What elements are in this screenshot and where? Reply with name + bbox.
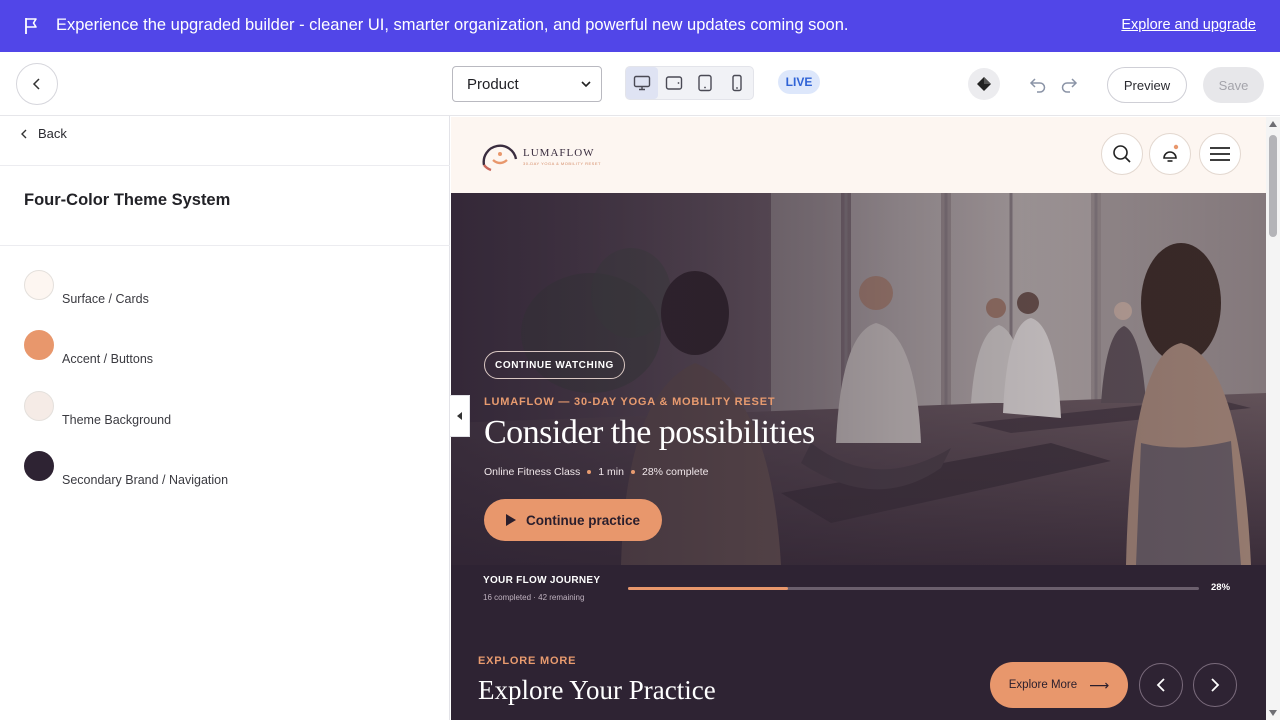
chevron-left-icon [21,129,27,138]
back-circle-button[interactable] [16,63,58,105]
device-mobile-button[interactable] [721,67,753,99]
swatch-row-theme-background[interactable]: Theme Background [24,391,171,427]
journey-progress-fill [628,587,788,590]
preview-scrollbar[interactable] [1266,117,1280,720]
hero-eyebrow: LUMAFLOW — 30-DAY YOGA & MOBILITY RESET [484,396,776,408]
preview-button[interactable]: Preview [1107,67,1187,103]
device-tablet-landscape-button[interactable] [658,67,690,99]
swatch-label: Surface / Cards [62,292,149,306]
theme-style-button[interactable] [968,68,1000,100]
meta-duration: 1 min [598,466,624,478]
color-swatch[interactable] [24,330,54,360]
device-tablet-button[interactable] [690,67,722,99]
divider [0,245,450,246]
hero-section: CONTINUE WATCHING LUMAFLOW — 30-DAY YOGA… [451,193,1266,565]
explore-more-button[interactable]: Explore More ⟶ [990,662,1128,708]
explore-title: Explore Your Practice [478,675,716,705]
explore-more-label: Explore More [1008,679,1078,691]
banner-message: Experience the upgraded builder - cleane… [56,16,849,34]
page-select-value: Product [467,75,519,93]
carousel-prev-button[interactable] [1139,663,1183,707]
meta-progress: 28% complete [641,466,709,478]
swatch-row-accent[interactable]: Accent / Buttons [24,330,153,366]
chevron-left-icon [1156,678,1165,692]
chevron-left-icon [32,78,40,90]
journey-progress-track [628,587,1199,590]
theme-settings-panel: Back Four-Color Theme System Surface / C… [0,116,450,720]
caret-left-icon [456,412,462,420]
journey-progress-label: 28% [1211,582,1231,593]
hero-title: Consider the possibilities [484,414,815,451]
swatch-label: Accent / Buttons [62,352,154,366]
device-switcher [625,66,754,100]
arrow-right-icon: ⟶ [1089,676,1110,693]
site-search-button[interactable] [1101,133,1143,175]
editor-toolbar: Product LIVE Preview Save [0,52,1280,116]
upgrade-banner: Experience the upgraded builder - cleane… [0,0,1280,52]
flow-journey-bar: YOUR FLOW JOURNEY 16 completed · 42 rema… [451,565,1266,631]
site-notifications-button[interactable] [1149,133,1191,175]
site-menu-button[interactable] [1199,133,1241,175]
flag-icon [25,18,37,34]
journey-subtitle: 16 completed · 42 remaining [483,593,585,602]
logo-tagline: 30-DAY YOGA & MOBILITY RESET [523,160,601,166]
tablet-icon [698,74,713,92]
meta-category: Online Fitness Class [484,466,581,478]
color-swatch[interactable] [24,391,54,421]
hamburger-menu-icon [1210,147,1230,161]
diamond-icon [977,77,991,91]
scroll-down-arrow-icon[interactable] [1269,710,1277,716]
save-button[interactable]: Save [1203,67,1264,103]
undo-icon[interactable] [1028,74,1048,94]
cta-label: Continue practice [525,512,641,528]
lumaflow-logo-icon [482,144,518,172]
scroll-thumb[interactable] [1269,135,1277,237]
bell-icon [1163,144,1179,162]
swatch-row-surface[interactable]: Surface / Cards [24,270,149,306]
search-icon [1113,145,1131,163]
chevron-right-icon [1211,678,1220,692]
page-select[interactable]: Product [452,66,602,102]
play-icon [505,514,516,526]
mobile-icon [732,74,742,92]
tablet-landscape-icon [665,76,682,90]
color-swatch[interactable] [24,451,54,481]
meta-separator [587,470,592,474]
carousel-next-button[interactable] [1193,663,1237,707]
preview-canvas: LUMAFLOW 30-DAY YOGA & MOBILITY RESET CO… [451,117,1266,720]
swatch-row-navigation[interactable]: Secondary Brand / Navigation [24,451,228,487]
redo-icon[interactable] [1059,74,1079,94]
explore-upgrade-link[interactable]: Explore and upgrade [1121,17,1256,33]
scroll-up-arrow-icon[interactable] [1269,121,1277,127]
back-label: Back [38,126,67,141]
panel-title: Four-Color Theme System [24,191,231,209]
collapse-panel-button[interactable] [450,395,470,437]
continue-practice-button[interactable]: Continue practice [484,499,662,541]
device-desktop-button[interactable] [626,67,658,99]
site-logo[interactable]: LUMAFLOW 30-DAY YOGA & MOBILITY RESET [481,139,601,173]
explore-eyebrow: EXPLORE MORE [478,655,577,667]
explore-section: EXPLORE MORE Explore Your Practice Explo… [451,631,1266,720]
journey-title: YOUR FLOW JOURNEY [483,575,601,586]
site-header: LUMAFLOW 30-DAY YOGA & MOBILITY RESET [451,117,1266,193]
live-status-badge: LIVE [778,70,820,94]
hero-meta: Online Fitness Class 1 min 28% complete [484,466,709,478]
back-link[interactable]: Back [20,126,67,141]
color-swatch[interactable] [24,270,54,300]
meta-separator [630,470,635,474]
chevron-down-icon [581,81,591,88]
swatch-label: Secondary Brand / Navigation [62,473,229,487]
desktop-icon [633,75,651,91]
divider [0,165,450,166]
continue-watching-pill: CONTINUE WATCHING [484,351,625,379]
logo-name: LUMAFLOW [523,146,595,159]
swatch-label: Theme Background [62,413,172,427]
